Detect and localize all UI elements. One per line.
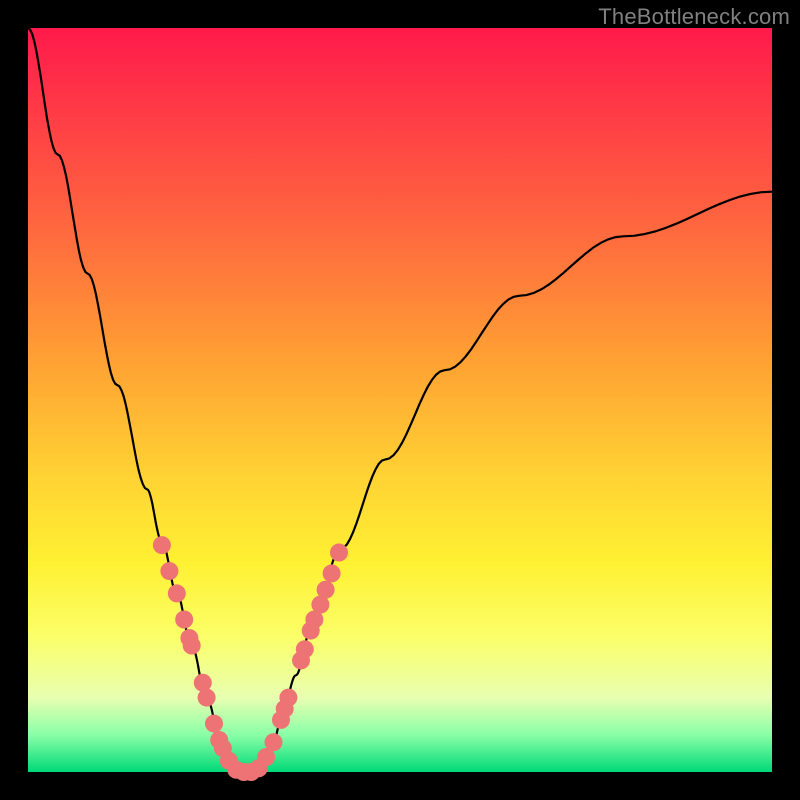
- data-marker: [160, 562, 178, 580]
- data-marker: [168, 584, 186, 602]
- data-markers: [153, 536, 348, 781]
- chart-svg: [28, 28, 772, 772]
- data-marker: [323, 564, 341, 582]
- data-marker: [153, 536, 171, 554]
- attribution-text: TheBottleneck.com: [598, 4, 790, 30]
- bottleneck-curve: [28, 28, 772, 772]
- data-marker: [279, 689, 297, 707]
- data-marker: [205, 715, 223, 733]
- chart-frame: TheBottleneck.com: [0, 0, 800, 800]
- data-marker: [296, 640, 314, 658]
- data-marker: [330, 544, 348, 562]
- plot-area: [28, 28, 772, 772]
- data-marker: [198, 689, 216, 707]
- data-marker: [175, 611, 193, 629]
- data-marker: [183, 637, 201, 655]
- data-marker: [265, 733, 283, 751]
- data-marker: [317, 581, 335, 599]
